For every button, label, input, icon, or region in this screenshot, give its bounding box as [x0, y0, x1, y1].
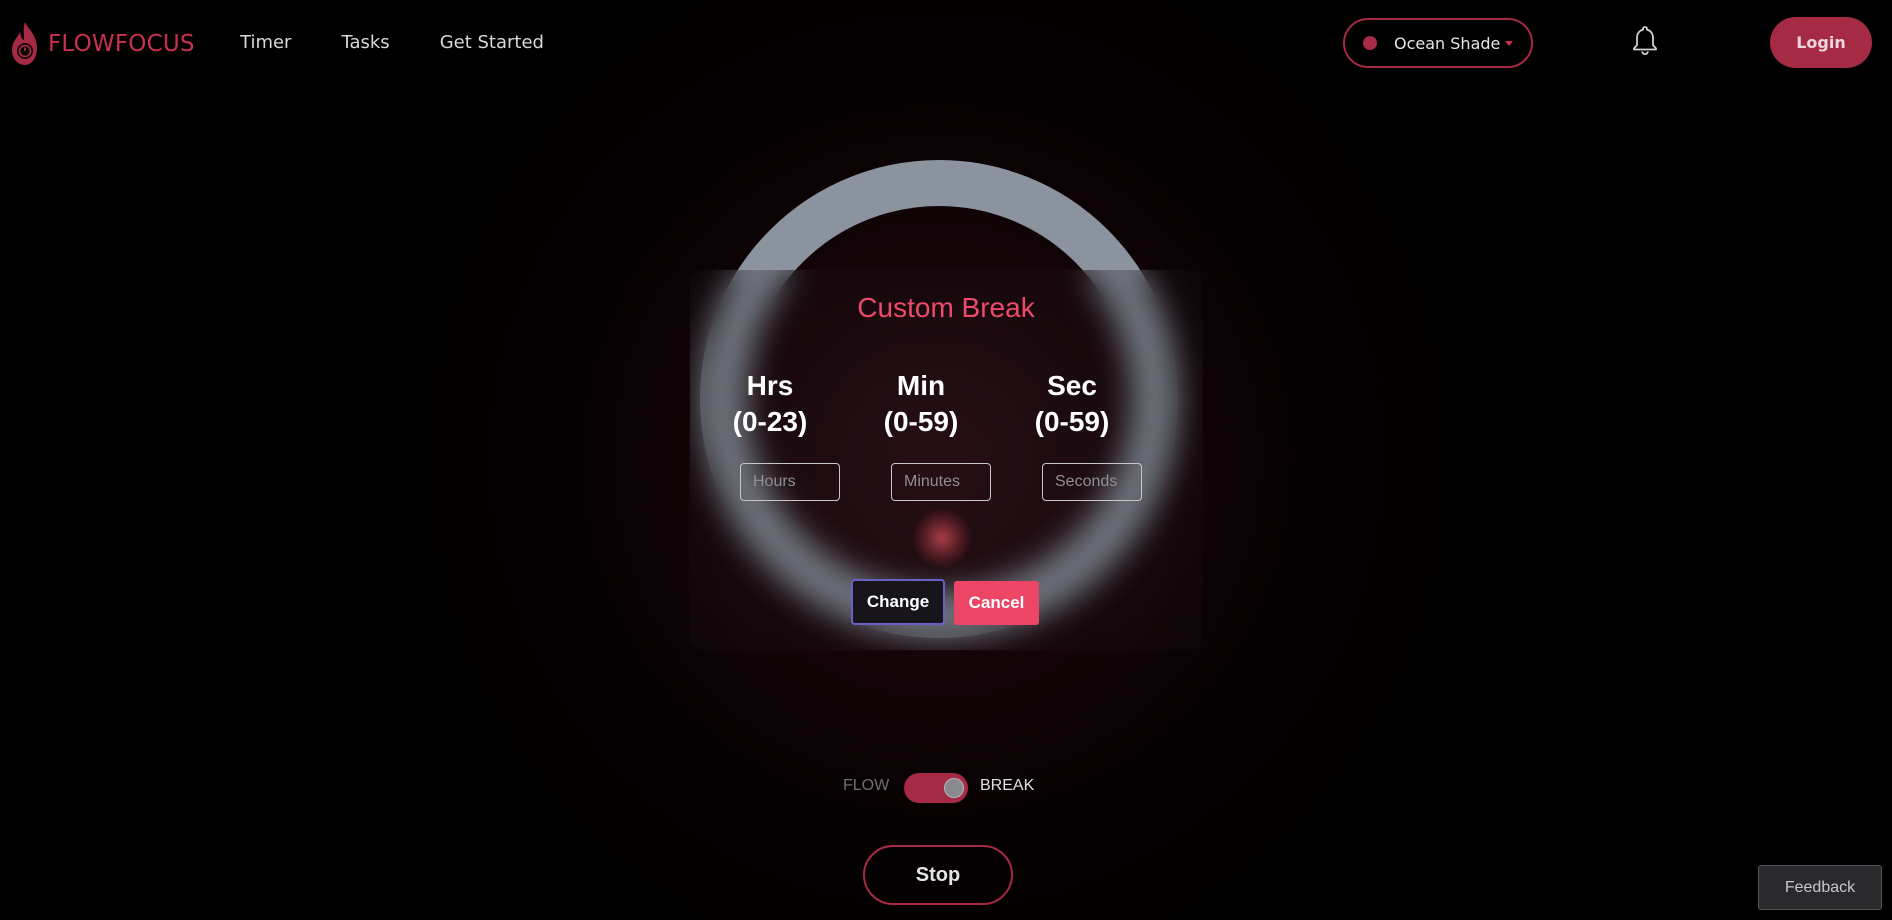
hours-field-group: Hrs (0-23): [690, 368, 850, 501]
seconds-label-range: (0-59): [1034, 406, 1110, 437]
minutes-label-name: Min: [896, 370, 946, 401]
login-button[interactable]: Login: [1770, 17, 1872, 68]
feedback-button[interactable]: Feedback: [1758, 865, 1882, 910]
flow-mode-label: FLOW: [843, 777, 890, 794]
nav-get-started[interactable]: Get Started: [440, 32, 544, 53]
nav-timer[interactable]: Timer: [240, 32, 291, 53]
seconds-label-name: Sec: [1047, 370, 1097, 401]
page: FLOWFOCUS Timer Tasks Get Started Ocean …: [0, 0, 1892, 920]
minutes-field-group: Min (0-59): [841, 368, 1001, 501]
brand-logo[interactable]: FLOWFOCUS: [8, 20, 195, 68]
minutes-label: Min (0-59): [841, 368, 1001, 440]
chevron-down-icon: [1505, 41, 1513, 46]
hours-label-name: Hrs: [746, 370, 794, 401]
change-button[interactable]: Change: [851, 579, 945, 625]
nav-tasks[interactable]: Tasks: [341, 32, 389, 53]
hours-input[interactable]: [740, 463, 840, 501]
flow-break-toggle: FLOW BREAK: [840, 771, 1040, 805]
stop-button[interactable]: Stop: [863, 845, 1013, 905]
theme-selector[interactable]: Ocean Shade: [1343, 18, 1533, 68]
theme-selected-label: Ocean Shade: [1394, 33, 1501, 53]
timer-indicator-glow: [912, 508, 972, 568]
theme-color-dot: [1363, 36, 1377, 50]
hours-label: Hrs (0-23): [690, 368, 850, 440]
break-mode-label: BREAK: [980, 777, 1035, 794]
modal-title: Custom Break: [857, 292, 1035, 323]
custom-break-modal: Custom Break Hrs (0-23) Min (0-59) Sec (…: [690, 270, 1202, 650]
seconds-input[interactable]: [1042, 463, 1142, 501]
hours-label-range: (0-23): [732, 406, 808, 437]
cancel-button[interactable]: Cancel: [954, 581, 1039, 625]
flame-timer-icon: [12, 22, 37, 65]
mode-switch[interactable]: [904, 773, 968, 803]
mode-switch-knob: [944, 778, 964, 798]
bell-icon[interactable]: [1631, 24, 1659, 56]
seconds-label: Sec (0-59): [992, 368, 1152, 440]
brand-name: FLOWFOCUS: [48, 31, 195, 57]
seconds-field-group: Sec (0-59): [992, 368, 1152, 501]
main-nav: Timer Tasks Get Started: [240, 32, 594, 53]
header: FLOWFOCUS Timer Tasks Get Started Ocean …: [0, 0, 1892, 88]
minutes-input[interactable]: [891, 463, 991, 501]
minutes-label-range: (0-59): [883, 406, 959, 437]
